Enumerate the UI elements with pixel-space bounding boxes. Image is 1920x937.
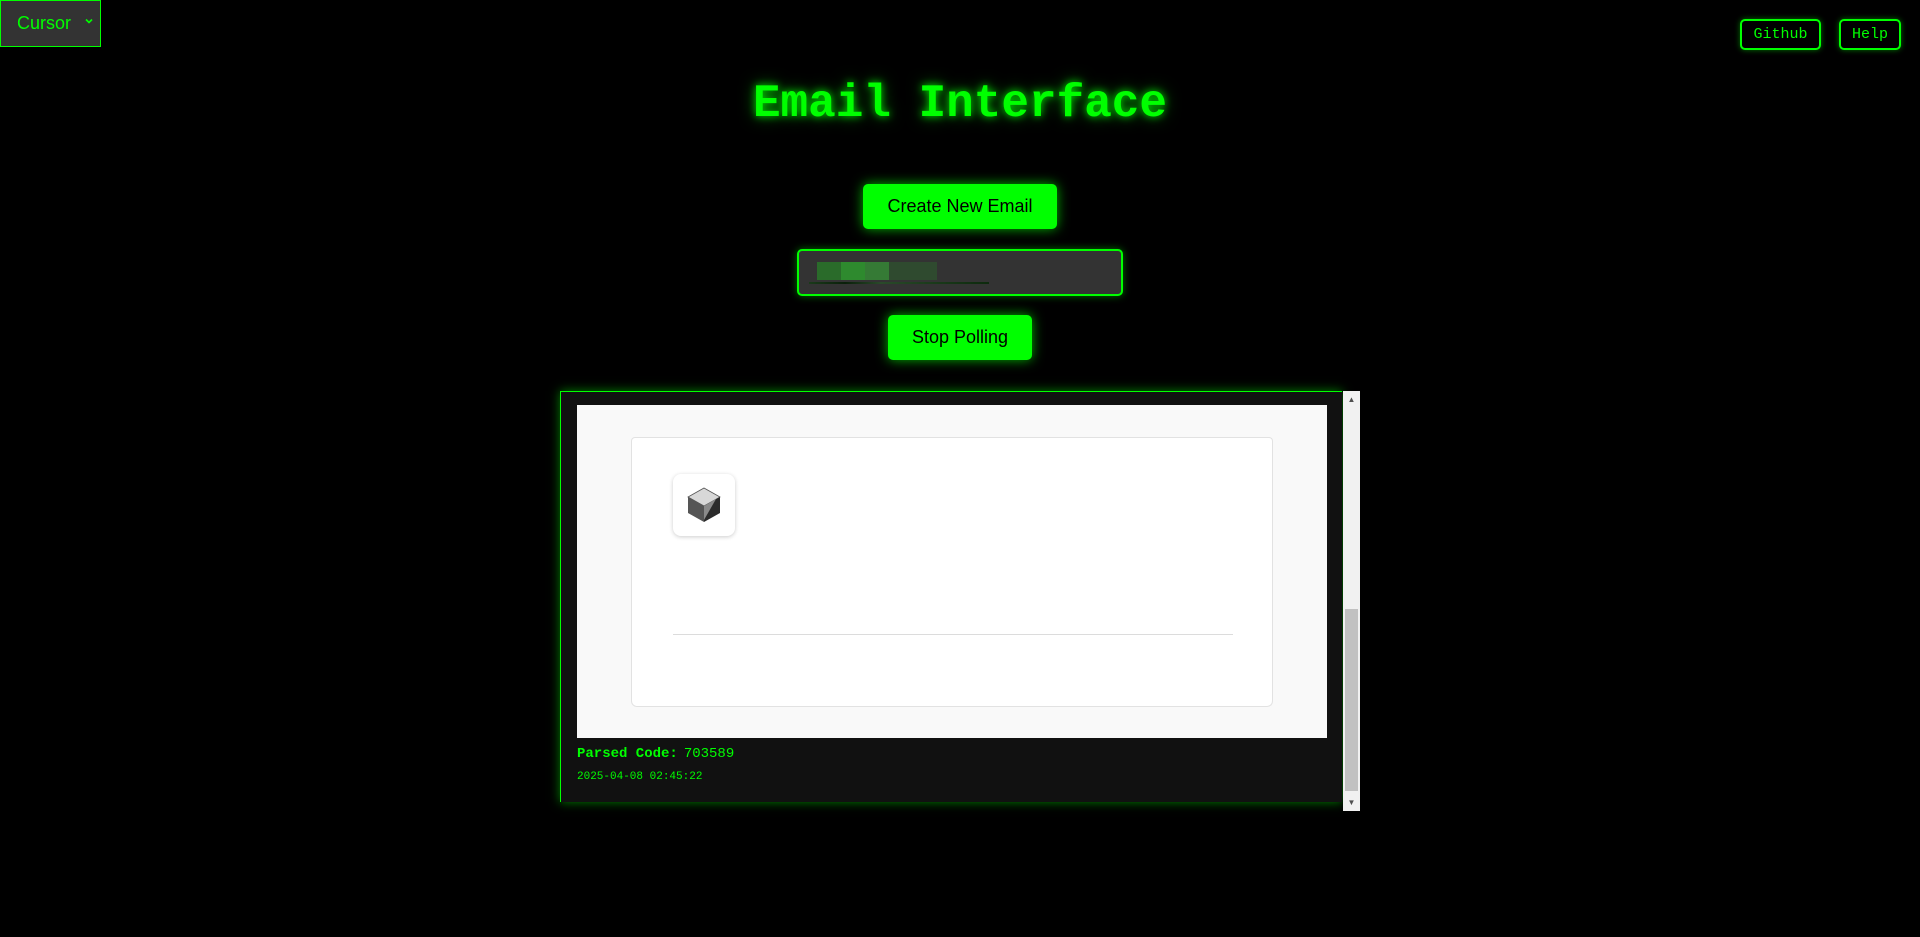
scroll-up-arrow-icon[interactable]: ▲ — [1343, 391, 1360, 408]
scroll-thumb[interactable] — [1345, 609, 1358, 791]
chevron-down-icon — [84, 15, 94, 29]
page-title: Email Interface — [752, 78, 1168, 130]
email-timestamp: 2025-04-08 02:45:22 — [577, 771, 703, 783]
email-preview-frame — [577, 405, 1327, 738]
redacted-underline — [809, 282, 989, 284]
email-panel-scrollbar[interactable]: ▲ ▼ — [1343, 391, 1360, 811]
scroll-down-arrow-icon[interactable]: ▼ — [1343, 794, 1360, 811]
redacted-email-value — [817, 262, 937, 280]
parsed-code-value: 703589 — [683, 746, 735, 762]
parsed-code: Parsed Code: 703589 — [577, 746, 734, 762]
help-button[interactable]: Help — [1839, 19, 1901, 50]
email-item[interactable]: Parsed Code: 703589 2025-04-08 02:45:22 — [561, 392, 1342, 802]
create-new-email-button[interactable]: Create New Email — [863, 184, 1057, 229]
app-selector-value: Cursor — [17, 13, 72, 33]
stop-polling-button[interactable]: Stop Polling — [888, 315, 1032, 360]
email-list-panel[interactable]: Parsed Code: 703589 2025-04-08 02:45:22 — [560, 391, 1342, 802]
email-body-content-box — [631, 554, 1273, 707]
cube-logo-icon — [673, 474, 735, 536]
email-divider — [673, 634, 1233, 635]
page: Cursor Github Help Email Interface Creat… — [0, 0, 1920, 937]
github-button[interactable]: Github — [1740, 19, 1821, 50]
parsed-code-label: Parsed Code: — [577, 746, 678, 762]
email-address-field[interactable] — [797, 249, 1123, 296]
app-selector-dropdown[interactable]: Cursor — [0, 0, 101, 47]
